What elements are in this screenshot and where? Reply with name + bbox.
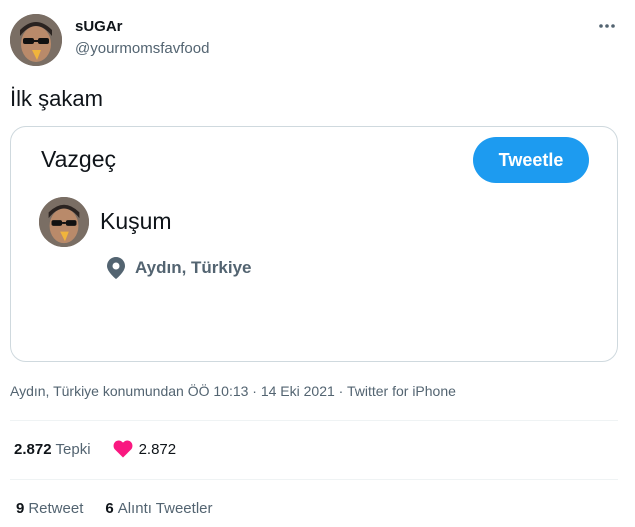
- author-handle[interactable]: @yourmomsfavfood: [75, 40, 209, 57]
- like-stat[interactable]: 2.872: [113, 440, 177, 458]
- tweet-text: İlk şakam: [10, 86, 103, 111]
- more-options-icon[interactable]: [597, 16, 617, 36]
- retweets-count[interactable]: 9: [16, 500, 24, 517]
- reactions-label[interactable]: Tepki: [56, 441, 91, 458]
- heart-icon[interactable]: [113, 440, 133, 458]
- quotes-label[interactable]: Alıntı Tweetler: [118, 500, 213, 517]
- author-avatar[interactable]: [10, 14, 62, 66]
- reactions-count[interactable]: 2.872: [14, 441, 52, 458]
- location-row: Aydın, Türkiye: [107, 257, 252, 279]
- retweets-label[interactable]: Retweet: [28, 500, 83, 517]
- retweets-row: 9 Retweet 6 Alıntı Tweetler: [16, 500, 213, 517]
- tweet-meta[interactable]: Aydın, Türkiye konumundan ÖÖ 10:13 · 14 …: [10, 383, 456, 399]
- embedded-image[interactable]: Vazgeç Tweetle Kuşum Aydın, Türkiye: [10, 126, 618, 362]
- author-name[interactable]: sUGAr: [75, 18, 123, 35]
- card-profile-name: Kuşum: [100, 208, 172, 234]
- card-avatar: [39, 197, 89, 247]
- location-text: Aydın, Türkiye: [135, 258, 252, 277]
- divider: [10, 479, 618, 480]
- divider: [10, 420, 618, 421]
- quotes-count[interactable]: 6: [105, 500, 113, 517]
- reactions-row: 2.872 Tepki 2.872: [14, 440, 176, 458]
- tweet-button: Tweetle: [473, 137, 589, 183]
- likes-count: 2.872: [138, 440, 177, 458]
- cancel-label: Vazgeç: [41, 146, 117, 172]
- location-pin-icon: [107, 257, 125, 279]
